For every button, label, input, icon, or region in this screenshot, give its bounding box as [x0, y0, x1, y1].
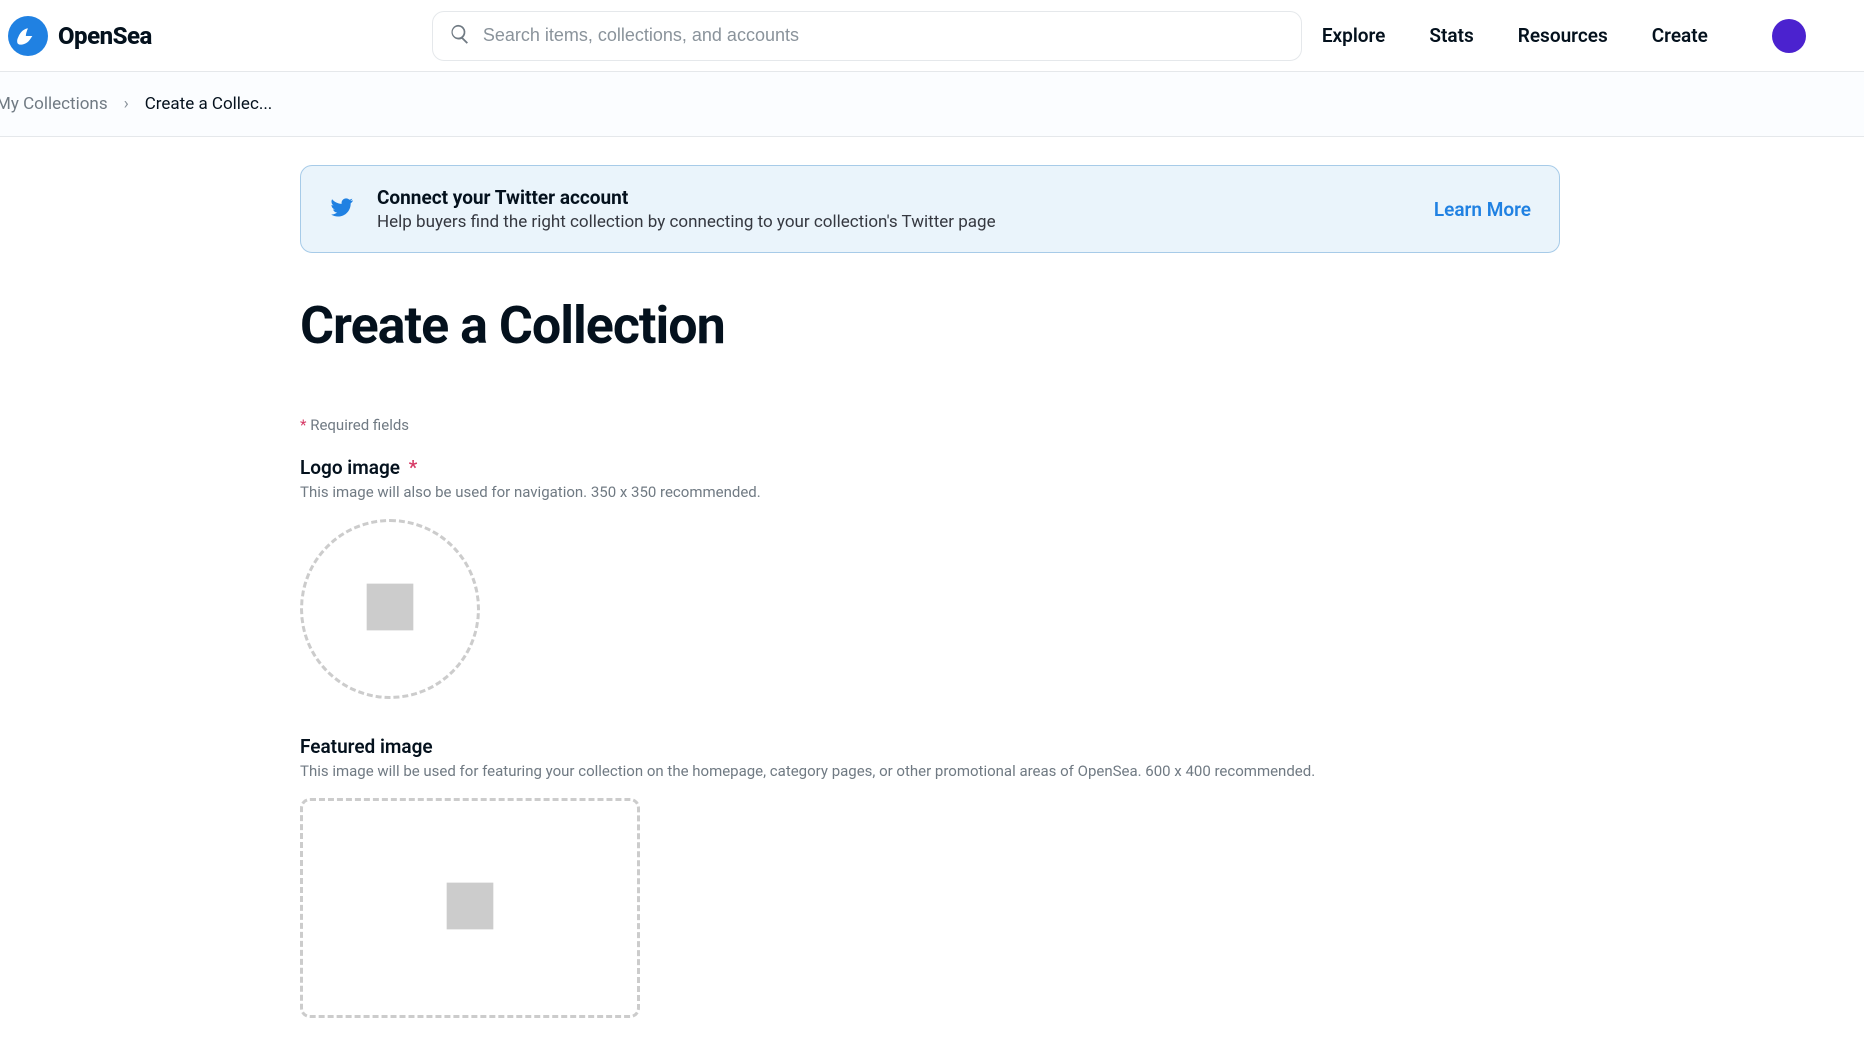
logo-image-label: Logo image * [300, 456, 1560, 479]
breadcrumb-bar: My Collections › Create a Collec... [0, 72, 1864, 137]
banner-text: Connect your Twitter account Help buyers… [377, 186, 996, 232]
breadcrumb: My Collections › Create a Collec... [0, 94, 1864, 114]
breadcrumb-current: Create a Collec... [145, 94, 273, 114]
nav-create[interactable]: Create [1652, 24, 1708, 47]
required-legend-text: Required fields [310, 416, 409, 434]
nav-explore[interactable]: Explore [1322, 24, 1386, 47]
twitter-icon [329, 194, 355, 224]
logo-image-label-text: Logo image [300, 456, 400, 479]
breadcrumb-parent[interactable]: My Collections [0, 94, 108, 114]
image-placeholder-icon [435, 871, 505, 945]
nav-resources[interactable]: Resources [1518, 24, 1608, 47]
opensea-logo-icon [8, 16, 48, 56]
twitter-connect-banner: Connect your Twitter account Help buyers… [300, 165, 1560, 253]
chevron-right-icon: › [124, 94, 129, 114]
featured-image-label: Featured image [300, 735, 1560, 758]
banner-learn-more[interactable]: Learn More [1434, 198, 1531, 221]
logo-image-help: This image will also be used for navigat… [300, 483, 1560, 501]
required-legend: * Required fields [300, 416, 1560, 434]
featured-image-help: This image will be used for featuring yo… [300, 762, 1560, 780]
page-content: Connect your Twitter account Help buyers… [300, 137, 1560, 1018]
featured-image-dropzone[interactable] [300, 798, 640, 1018]
page-title: Create a Collection [300, 295, 1560, 356]
search-icon [449, 23, 471, 49]
field-featured-image: Featured image This image will be used f… [300, 735, 1560, 1018]
avatar[interactable] [1772, 19, 1806, 53]
banner-title: Connect your Twitter account [377, 186, 996, 209]
brand-name: OpenSea [58, 22, 152, 50]
site-header: OpenSea Explore Stats Resources Create [0, 0, 1864, 72]
required-asterisk-icon: * [300, 416, 306, 434]
logo-image-dropzone[interactable] [300, 519, 480, 699]
featured-image-label-text: Featured image [300, 735, 433, 758]
required-asterisk-icon: * [409, 456, 418, 479]
primary-nav: Explore Stats Resources Create [1322, 18, 1864, 54]
search-box[interactable] [432, 11, 1302, 61]
search-input[interactable] [483, 25, 1285, 46]
nav-stats[interactable]: Stats [1429, 24, 1473, 47]
search-container [432, 11, 1302, 61]
image-placeholder-icon [355, 572, 425, 646]
brand-logo[interactable]: OpenSea [8, 16, 152, 56]
banner-subtitle: Help buyers find the right collection by… [377, 212, 996, 232]
field-logo-image: Logo image * This image will also be use… [300, 456, 1560, 699]
